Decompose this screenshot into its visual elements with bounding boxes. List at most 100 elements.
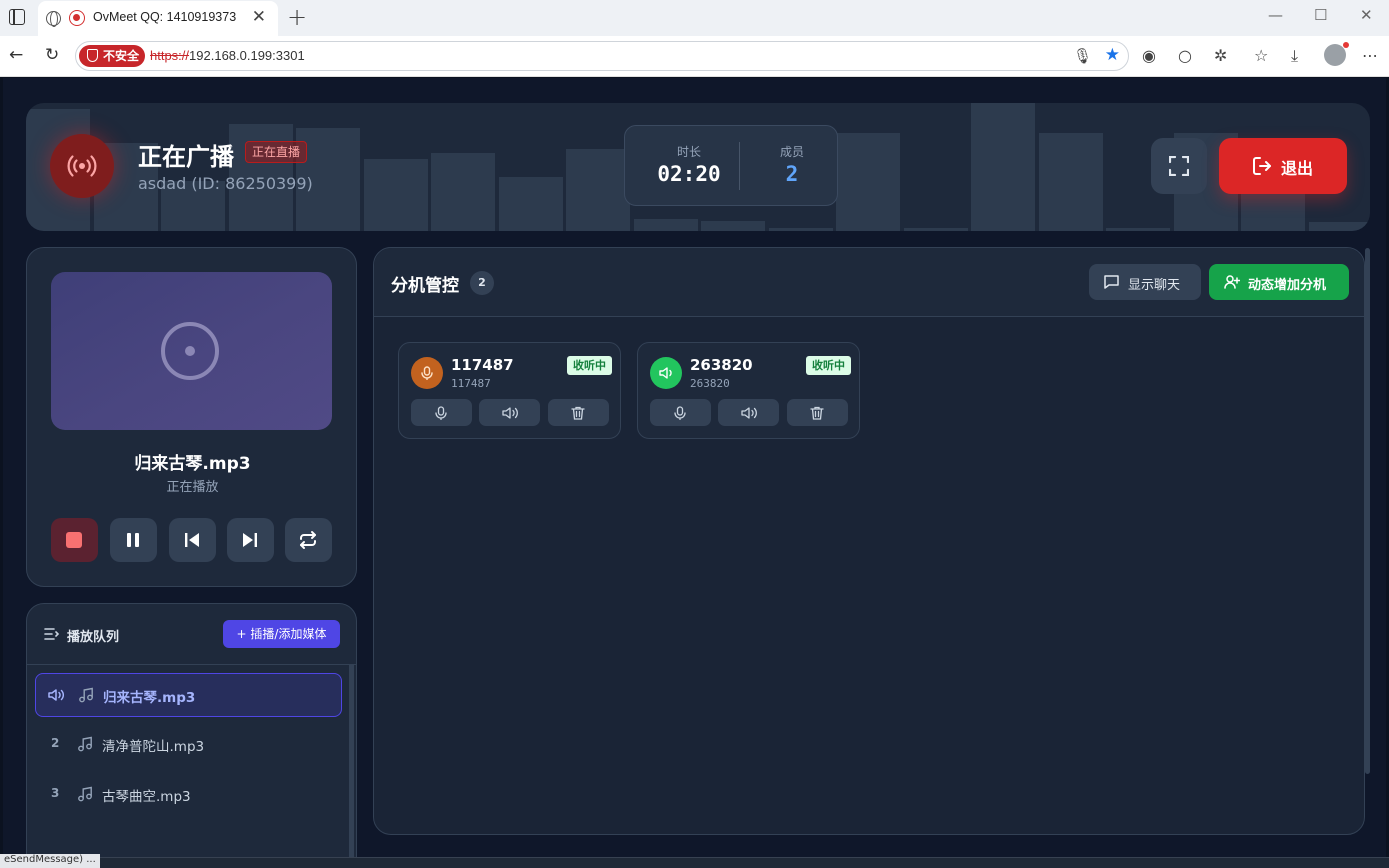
visualizer-bar xyxy=(903,228,968,231)
url-scheme: https:// xyxy=(150,48,190,63)
add-extension-button[interactable]: 动态增加分机 xyxy=(1209,264,1349,300)
new-tab-icon[interactable]: + xyxy=(287,3,307,31)
visualizer-bar xyxy=(1038,133,1103,231)
favorites-icon[interactable]: ☆ xyxy=(1254,46,1268,65)
queue-item[interactable]: 3 古琴曲空.mp3 xyxy=(35,773,342,817)
add-extension-label: 动态增加分机 xyxy=(1248,278,1327,293)
voice-search-icon[interactable]: 🎙 xyxy=(1073,47,1092,65)
more-menu-icon[interactable]: ⋯ xyxy=(1362,46,1378,65)
visualizer-bar xyxy=(633,219,698,231)
show-chat-label: 显示聊天 xyxy=(1128,278,1181,293)
disc-icon xyxy=(161,322,219,380)
speaker-toggle-button[interactable] xyxy=(718,399,779,426)
mic-icon xyxy=(674,406,686,420)
extension-panel-scrollbar[interactable] xyxy=(1365,248,1370,774)
speaker-icon xyxy=(48,689,64,701)
queue-item-number: 2 xyxy=(51,736,60,750)
mic-icon xyxy=(435,406,447,420)
queue-header: 播放队列 + 插播/添加媒体 xyxy=(27,604,356,665)
members-label: 成员 xyxy=(779,145,804,159)
stop-icon xyxy=(66,532,82,548)
url-text[interactable]: https://192.168.0.199:3301 xyxy=(150,48,305,63)
listening-status-badge: 收听中 xyxy=(567,356,612,375)
stats-divider xyxy=(739,142,740,190)
extension-panel: 分机管控 2 显示聊天 动态增加分机 117487 117487 收听中 263… xyxy=(373,247,1365,835)
extension-circle-icon[interactable]: ○ xyxy=(1178,46,1192,65)
speaker-icon xyxy=(502,407,518,419)
delete-extension-button[interactable] xyxy=(787,399,848,426)
visualizer-bar xyxy=(971,103,1035,231)
shield-icon xyxy=(87,49,98,62)
browser-status-bar: eSendMessage) ... xyxy=(0,854,1389,868)
back-icon[interactable]: ← xyxy=(9,45,23,65)
extension-name: 117487 xyxy=(451,356,514,374)
play-queue-panel: 播放队列 + 插播/添加媒体 归来古琴.mp3 2 清净普陀山.mp3 3 古琴… xyxy=(26,603,357,857)
speaker-icon xyxy=(741,407,757,419)
tab-actions-icon[interactable] xyxy=(9,9,25,25)
queue-item[interactable]: 2 清净普陀山.mp3 xyxy=(35,723,342,767)
url-host: 192.168.0.199:3301 xyxy=(189,48,305,63)
visualizer-bar xyxy=(1308,222,1370,231)
next-button[interactable] xyxy=(227,518,274,562)
delete-extension-button[interactable] xyxy=(548,399,609,426)
repeat-icon xyxy=(300,531,316,549)
queue-item-number: 3 xyxy=(51,786,60,800)
show-chat-button[interactable]: 显示聊天 xyxy=(1089,264,1201,300)
add-media-button[interactable]: + 插播/添加媒体 xyxy=(223,620,340,648)
browser-tabbar: OvMeet QQ: 1410919373 ✕ + — ☐ ✕ xyxy=(0,0,1389,36)
profile-avatar-icon[interactable] xyxy=(1324,42,1349,66)
add-user-icon xyxy=(1224,275,1240,289)
mic-toggle-button[interactable] xyxy=(650,399,711,426)
address-bar[interactable]: 不安全 https://192.168.0.199:3301 🎙 ★ xyxy=(75,41,1129,71)
extensions-puzzle-icon[interactable]: ✲ xyxy=(1214,46,1227,65)
queue-item-name: 古琴曲空.mp3 xyxy=(102,789,191,805)
reload-icon[interactable]: ↻ xyxy=(45,45,59,65)
exit-button[interactable]: 退出 xyxy=(1219,138,1347,194)
extension-card: 263820 263820 收听中 xyxy=(637,342,860,439)
speaker-toggle-button[interactable] xyxy=(479,399,540,426)
browser-tab[interactable]: OvMeet QQ: 1410919373 ✕ xyxy=(38,1,278,36)
broadcast-icon xyxy=(50,134,114,198)
fullscreen-icon xyxy=(1169,156,1189,176)
trash-icon xyxy=(571,406,585,420)
music-note-icon xyxy=(79,687,93,703)
stop-button[interactable] xyxy=(51,518,98,562)
visualizer-bar xyxy=(498,177,563,231)
duration-label: 时长 xyxy=(676,145,701,159)
queue-list-icon xyxy=(44,628,59,640)
queue-item-name: 清净普陀山.mp3 xyxy=(102,739,205,755)
extension-id: 263820 xyxy=(690,377,730,390)
favorite-star-icon[interactable]: ★ xyxy=(1105,45,1120,65)
window-close-icon[interactable]: ✕ xyxy=(1360,6,1373,24)
recording-icon xyxy=(69,10,85,26)
chat-icon xyxy=(1104,275,1119,289)
extension-panel-header: 分机管控 2 显示聊天 动态增加分机 xyxy=(374,248,1364,317)
maximize-icon[interactable]: ☐ xyxy=(1314,6,1327,24)
queue-list: 归来古琴.mp3 2 清净普陀山.mp3 3 古琴曲空.mp3 xyxy=(27,665,356,857)
music-note-icon xyxy=(78,736,92,752)
now-playing-status: 正在播放 xyxy=(166,480,219,495)
queue-scrollbar[interactable] xyxy=(349,665,354,857)
fullscreen-button[interactable] xyxy=(1151,138,1207,194)
app-root: 正在广播 正在直播 asdad (ID: 86250399) 时长 02:20 … xyxy=(3,78,1386,857)
visualizer-bar xyxy=(566,149,630,231)
extension-game-icon[interactable]: ◉ xyxy=(1142,46,1156,65)
mic-icon xyxy=(421,366,433,380)
status-text: eSendMessage) ... xyxy=(0,854,100,868)
previous-button[interactable] xyxy=(169,518,216,562)
visualizer-bar xyxy=(768,228,833,231)
pause-button[interactable] xyxy=(110,518,157,562)
mic-toggle-button[interactable] xyxy=(411,399,472,426)
insecure-badge[interactable]: 不安全 xyxy=(79,45,145,67)
queue-title: 播放队列 xyxy=(67,630,120,645)
insecure-label: 不安全 xyxy=(103,49,140,63)
tab-close-icon[interactable]: ✕ xyxy=(252,7,266,27)
minimize-icon[interactable]: — xyxy=(1268,6,1283,24)
now-playing-title: 归来古琴.mp3 xyxy=(134,454,251,474)
queue-item[interactable]: 归来古琴.mp3 xyxy=(35,673,342,717)
extension-count-badge: 2 xyxy=(470,271,494,295)
download-icon[interactable]: ⤓ xyxy=(1291,46,1298,66)
extension-avatar xyxy=(650,357,682,389)
visualizer-bar xyxy=(1241,189,1305,231)
repeat-button[interactable] xyxy=(285,518,332,562)
